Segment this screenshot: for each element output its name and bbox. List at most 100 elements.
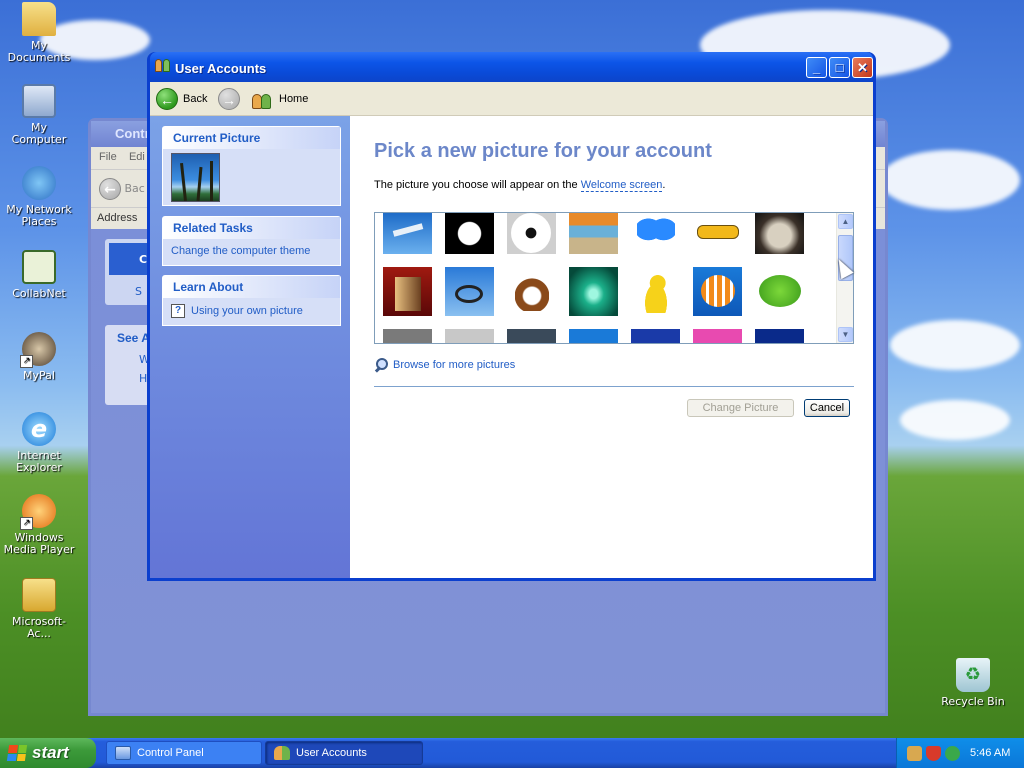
desktop-icon-recycle-bin[interactable]: ♻ Recycle Bin xyxy=(936,658,1010,708)
picture-beach-chairs[interactable] xyxy=(569,213,618,254)
picture-owl[interactable] xyxy=(755,213,804,254)
cloud xyxy=(900,400,1010,440)
home-button-label: Home xyxy=(279,93,309,105)
taskbar-button-user-accounts[interactable]: User Accounts xyxy=(265,741,423,765)
forward-arrow-icon: → xyxy=(218,88,240,110)
recycle-bin-icon: ♻ xyxy=(956,658,990,692)
vertical-scrollbar[interactable]: ▲ ▼ xyxy=(836,213,853,343)
desktop-icon-microsoft-ac[interactable]: Microsoft-Ac... xyxy=(2,578,76,640)
soccer-ball-icon xyxy=(511,213,551,253)
system-tray: 5:46 AM xyxy=(896,738,1024,768)
user-accounts-icon xyxy=(274,746,290,760)
picture-chess[interactable] xyxy=(383,267,432,316)
desktop-icon-label: Recycle Bin xyxy=(941,695,1005,708)
desktop-icon-collabnet[interactable]: CollabNet xyxy=(2,250,76,300)
browse-more-pictures-link[interactable]: Browse for more pictures xyxy=(374,358,515,372)
picture-list[interactable]: ▲ ▼ xyxy=(374,212,854,344)
zip-folder-icon xyxy=(22,578,56,612)
picture-dirt-bike[interactable] xyxy=(445,267,494,316)
airplane-icon xyxy=(392,223,424,237)
network-status-icon[interactable] xyxy=(907,745,922,761)
network-icon xyxy=(22,166,56,200)
dog-icon xyxy=(515,273,549,311)
cancel-button[interactable]: Cancel xyxy=(804,399,850,417)
task-pane: Current Picture Related Tasks Change the… xyxy=(150,116,350,578)
desktop-icon-label: My Computer xyxy=(11,121,67,146)
picture-row3-7[interactable] xyxy=(755,329,804,343)
back-arrow-icon[interactable]: ← xyxy=(99,178,121,200)
scroll-up-button[interactable]: ▲ xyxy=(838,214,853,229)
picture-row3-4[interactable] xyxy=(569,329,618,343)
user-accounts-icon xyxy=(155,59,171,73)
desktop-icon-label: Windows Media Player xyxy=(3,531,75,556)
picture-dog[interactable] xyxy=(507,267,556,316)
change-theme-link[interactable]: Change the computer theme xyxy=(163,239,340,261)
current-picture-header: Current Picture xyxy=(163,127,340,149)
menu-edit[interactable]: Edi xyxy=(129,151,145,163)
update-icon[interactable] xyxy=(945,745,960,761)
desktop-icon-label: My Documents xyxy=(7,39,71,64)
desktop-icon-label: My Network Places xyxy=(6,203,72,228)
mypal-icon xyxy=(20,332,56,368)
security-shield-icon[interactable] xyxy=(926,745,941,761)
collabnet-icon xyxy=(22,250,56,284)
picture-fish[interactable] xyxy=(693,267,742,316)
dirt-bike-icon xyxy=(455,285,483,303)
learn-about-header: Learn About xyxy=(163,276,340,298)
taskbar: start Control Panel User Accounts 5:46 A… xyxy=(0,738,1024,768)
race-car-icon xyxy=(697,225,739,239)
close-button[interactable]: ✕ xyxy=(852,57,873,78)
picture-drip[interactable] xyxy=(569,267,618,316)
separator xyxy=(374,386,854,387)
description-suffix: . xyxy=(662,179,666,191)
desktop-icon-label: Internet Explorer xyxy=(16,449,62,474)
folder-icon xyxy=(22,2,56,36)
start-button[interactable]: start xyxy=(0,738,96,768)
desktop-icon-mypal[interactable]: MyPal xyxy=(2,332,76,382)
taskbar-button-control-panel[interactable]: Control Panel xyxy=(106,741,262,765)
picture-row3-5[interactable] xyxy=(631,329,680,343)
taskbar-button-label: Control Panel xyxy=(137,747,204,759)
page-heading: Pick a new picture for your account xyxy=(374,140,712,162)
chess-icon xyxy=(395,277,421,311)
picture-race-car[interactable] xyxy=(693,213,742,254)
picture-row3-2[interactable] xyxy=(445,329,494,343)
address-label: Address xyxy=(97,212,138,224)
clock[interactable]: 5:46 AM xyxy=(970,747,1010,759)
picture-butterfly[interactable] xyxy=(631,213,680,254)
windows-logo-icon xyxy=(6,745,28,761)
using-own-picture-link[interactable]: ? Using your own picture xyxy=(163,298,340,322)
forward-button[interactable]: → xyxy=(218,87,240,111)
desktop-icon-internet-explorer[interactable]: e Internet Explorer xyxy=(2,412,76,474)
desktop-icon-my-computer[interactable]: My Computer xyxy=(2,84,76,146)
desktop-icon-my-documents[interactable]: My Documents xyxy=(2,2,76,64)
picture-frog[interactable] xyxy=(755,267,804,316)
minimize-button[interactable]: _ xyxy=(806,57,827,78)
desktop-icon-windows-media-player[interactable]: Windows Media Player xyxy=(2,494,76,556)
control-panel-link[interactable]: S xyxy=(135,285,142,298)
picture-row3-1[interactable] xyxy=(383,329,432,343)
content-area: Pick a new picture for your account The … xyxy=(350,116,873,578)
picture-row3-3[interactable] xyxy=(507,329,556,343)
home-button[interactable]: Home xyxy=(252,87,308,111)
menu-file[interactable]: File xyxy=(99,151,117,163)
butterfly-icon xyxy=(637,215,675,251)
desktop-icon-network-places[interactable]: My Network Places xyxy=(2,166,76,228)
picture-astronaut[interactable] xyxy=(445,213,494,254)
user-accounts-window[interactable]: User Accounts _ □ ✕ ← Back → Home Curren… xyxy=(147,52,876,581)
back-label: Bac xyxy=(124,182,145,195)
title-bar[interactable]: User Accounts _ □ ✕ xyxy=(150,52,873,82)
welcome-screen-link[interactable]: Welcome screen xyxy=(580,179,663,192)
current-picture-box: Current Picture xyxy=(162,126,341,206)
change-picture-button[interactable]: Change Picture xyxy=(687,399,794,417)
help-icon: ? xyxy=(171,304,185,318)
computer-icon xyxy=(22,84,56,118)
picture-duck[interactable] xyxy=(631,267,680,316)
scroll-down-button[interactable]: ▼ xyxy=(838,327,853,342)
picture-soccer-ball[interactable] xyxy=(507,213,556,254)
picture-row3-6[interactable] xyxy=(693,329,742,343)
back-button[interactable]: ← Back xyxy=(156,87,207,111)
fish-icon xyxy=(701,275,735,307)
maximize-button[interactable]: □ xyxy=(829,57,850,78)
picture-airplane[interactable] xyxy=(383,213,432,254)
